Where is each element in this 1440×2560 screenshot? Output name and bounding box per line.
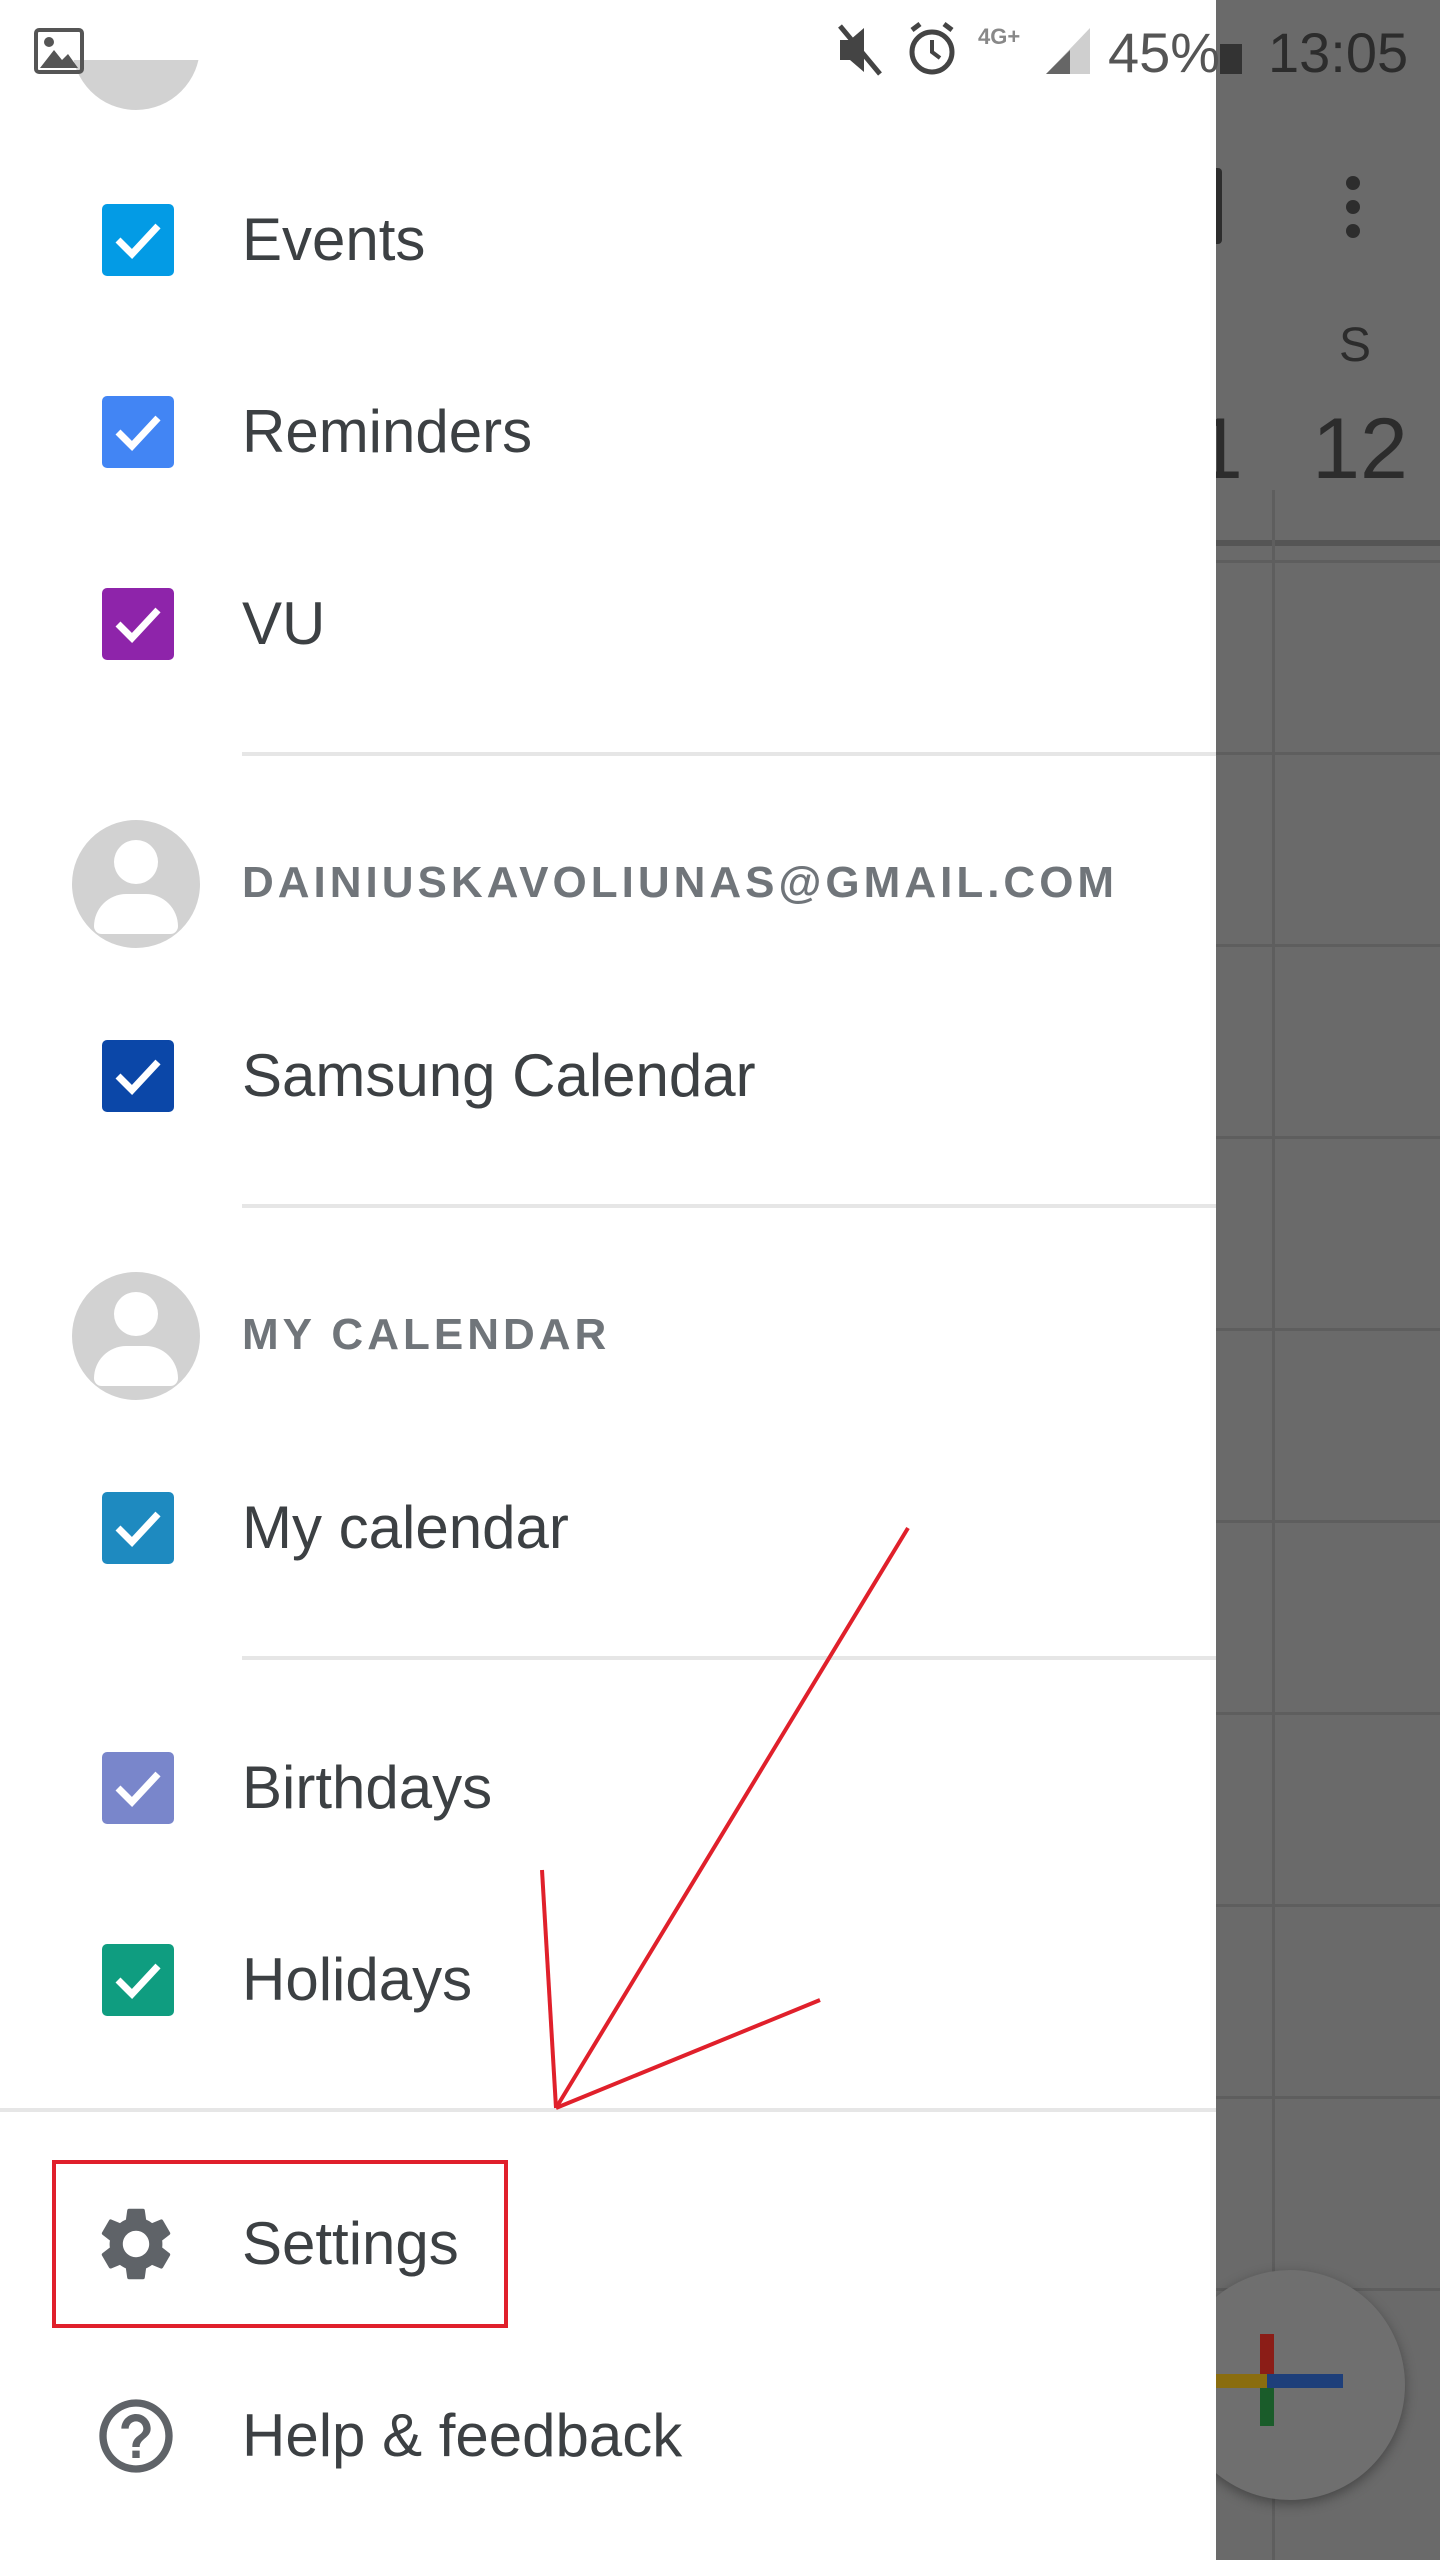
checkbox-events[interactable] (102, 204, 174, 276)
check-icon (115, 1771, 161, 1808)
create-event-button[interactable] (1175, 2270, 1405, 2500)
menu-divider (0, 2108, 1216, 2112)
check-icon (115, 415, 161, 452)
calendar-item-birthdays[interactable]: Birthdays (0, 1728, 1216, 1848)
grid-line (1216, 2096, 1440, 2099)
section-divider (242, 1656, 1216, 1660)
account-avatar (72, 820, 200, 948)
check-icon (115, 223, 161, 260)
section-divider (242, 752, 1216, 756)
account-email-label: DAINIUSKAVOLIUNAS@GMAIL.COM (242, 858, 1119, 907)
battery-icon (1220, 44, 1242, 74)
section-divider (242, 1204, 1216, 1208)
navigation-drawer: Events Reminders VU DAINIUSKAVOLIUNAS@GM… (0, 0, 1216, 2560)
grid-line (1216, 1904, 1440, 1907)
check-icon (115, 1963, 161, 2000)
calendar-label: Reminders (242, 398, 533, 465)
calendar-item-events[interactable]: Events (0, 180, 1216, 300)
mute-vibrate-icon (838, 22, 955, 76)
calendar-item-holidays[interactable]: Holidays (0, 1920, 1216, 2040)
account-header-my-calendar: MY CALENDAR (0, 1272, 1216, 1402)
calendar-label: Events (242, 206, 426, 273)
calendar-item-my-calendar[interactable]: My calendar (0, 1468, 1216, 1588)
check-icon (115, 607, 161, 644)
calendar-item-samsung[interactable]: Samsung Calendar (0, 1016, 1216, 1136)
account-header-gmail: DAINIUSKAVOLIUNAS@GMAIL.COM (0, 820, 1216, 950)
checkbox-samsung-calendar[interactable] (102, 1040, 174, 1112)
grid-line (1272, 490, 1275, 2560)
header-shadow (1216, 540, 1440, 546)
grid-line (1216, 1520, 1440, 1523)
clock: 13:05 (1268, 21, 1409, 84)
settings-menu-item[interactable]: Settings (0, 2160, 1216, 2320)
grid-line (1216, 752, 1440, 755)
checkbox-reminders[interactable] (102, 396, 174, 468)
checkbox-my-calendar[interactable] (102, 1492, 174, 1564)
check-icon (115, 1059, 161, 1096)
checkbox-holidays[interactable] (102, 1944, 174, 2016)
calendar-label: VU (242, 590, 326, 657)
image-notification-icon (34, 28, 84, 74)
status-bar: 4G+ 45% 13:05 (0, 0, 1440, 100)
grid-line (1216, 1328, 1440, 1331)
check-icon (115, 1511, 161, 1548)
calendar-label: Holidays (242, 1946, 473, 2013)
account-label: MY CALENDAR (242, 1310, 611, 1359)
calendar-item-vu[interactable]: VU (0, 564, 1216, 684)
gear-icon (101, 2208, 171, 2280)
help-feedback-label: Help & feedback (242, 2402, 683, 2469)
checkbox-birthdays[interactable] (102, 1752, 174, 1824)
calendar-label: Birthdays (242, 1754, 493, 1821)
calendar-label: Samsung Calendar (242, 1042, 756, 1109)
help-feedback-menu-item[interactable]: Help & feedback (0, 2352, 1216, 2512)
day-number[interactable]: 12 (1300, 400, 1420, 499)
grid-line (1216, 560, 1440, 563)
grid-line (1216, 1712, 1440, 1715)
help-circle-icon (99, 2399, 173, 2473)
signal-icon (1046, 28, 1090, 74)
calendar-item-reminders[interactable]: Reminders (0, 372, 1216, 492)
more-options-icon[interactable] (1338, 172, 1368, 242)
battery-percent: 45% (1108, 21, 1221, 84)
network-type: 4G+ (978, 24, 1021, 49)
settings-label: Settings (242, 2210, 459, 2277)
weekday-label: S (1338, 319, 1371, 372)
calendar-label: My calendar (242, 1494, 569, 1561)
grid-line (1216, 1136, 1440, 1139)
grid-line (1216, 944, 1440, 947)
checkbox-vu[interactable] (102, 588, 174, 660)
account-avatar (72, 1272, 200, 1400)
